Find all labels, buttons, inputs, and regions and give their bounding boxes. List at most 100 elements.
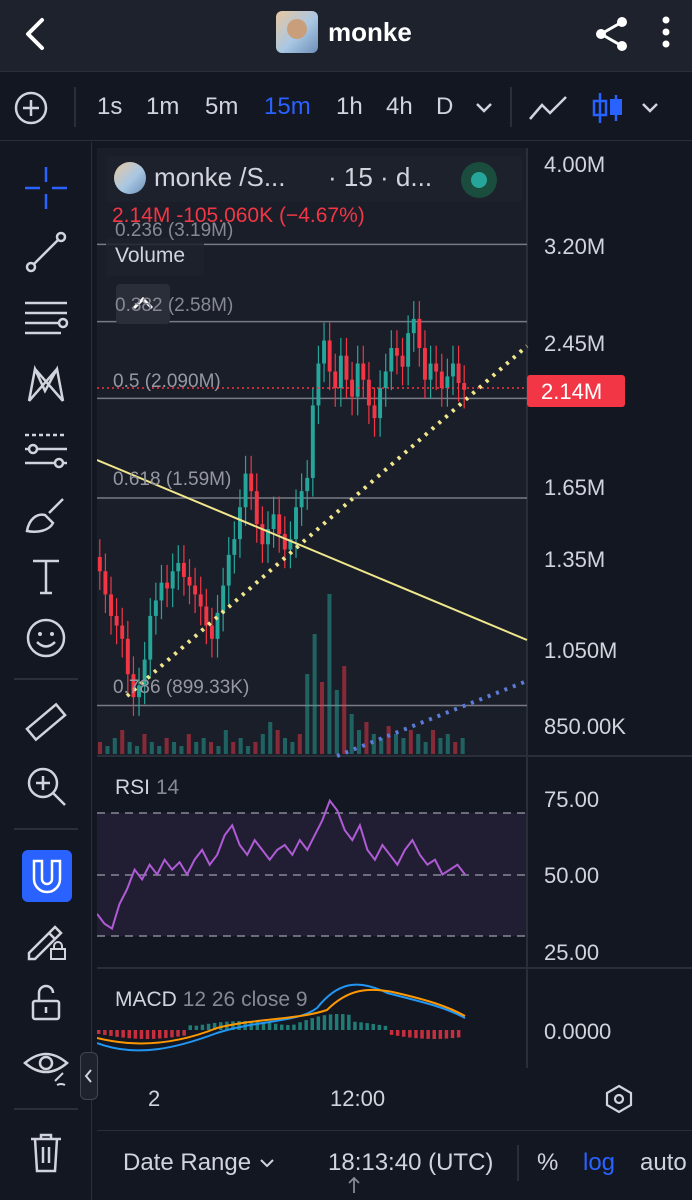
brush-tool[interactable] bbox=[22, 490, 70, 538]
price-axis-label: 850.00K bbox=[544, 714, 626, 739]
crosshair-tool[interactable] bbox=[22, 164, 70, 212]
macd-histogram-bar bbox=[334, 1014, 339, 1030]
utc-time[interactable]: 18:13:40 (UTC) bbox=[328, 1149, 493, 1177]
text-tool[interactable] bbox=[22, 552, 70, 600]
volume-bar bbox=[423, 742, 428, 754]
log-toggle[interactable]: log bbox=[583, 1149, 615, 1177]
candle-body bbox=[299, 491, 304, 508]
tool-divider bbox=[14, 828, 78, 830]
timeframe-1s[interactable]: 1s bbox=[97, 93, 122, 121]
title-wrap[interactable]: monke bbox=[276, 10, 412, 54]
volume-legend[interactable]: Volume bbox=[106, 238, 204, 276]
volume-bar bbox=[105, 746, 110, 754]
candle-body bbox=[176, 562, 181, 572]
volume-bar bbox=[172, 742, 177, 754]
add-indicator-icon[interactable] bbox=[14, 91, 48, 125]
back-arrow-icon[interactable] bbox=[18, 14, 54, 54]
rsi-axis-label: 50.00 bbox=[544, 863, 600, 888]
fib-label-0618: 0.618 (1.59M) bbox=[113, 469, 232, 490]
price-axis-label: 1.050M bbox=[544, 638, 618, 663]
line-chart-icon[interactable] bbox=[528, 91, 568, 125]
macd-histogram-bar bbox=[280, 1024, 284, 1030]
macd-histogram-bar bbox=[359, 1022, 363, 1030]
pattern-tool[interactable] bbox=[22, 360, 70, 408]
candle-body bbox=[187, 576, 192, 586]
trend-line-tool[interactable] bbox=[22, 228, 70, 276]
macd-histogram-bar bbox=[377, 1024, 382, 1030]
unlock-tool[interactable] bbox=[22, 978, 70, 1026]
macd-histogram-bar bbox=[109, 1030, 113, 1036]
volume-bar bbox=[408, 730, 413, 754]
auto-toggle[interactable]: auto bbox=[640, 1149, 687, 1177]
delete-tool[interactable] bbox=[22, 1128, 70, 1176]
candle-body bbox=[153, 600, 158, 616]
settings-hexagon-icon[interactable] bbox=[604, 1084, 634, 1114]
collapse-toolbar-button[interactable] bbox=[80, 1052, 98, 1100]
bottom-divider bbox=[517, 1145, 519, 1181]
volume-bar bbox=[312, 634, 317, 754]
fib-label-05: 0.5 (2.090M) bbox=[113, 371, 221, 392]
page-title: monke bbox=[328, 16, 412, 47]
macd-histogram-bar bbox=[194, 1025, 199, 1030]
timeframe-d[interactable]: D bbox=[436, 93, 453, 121]
candle-body bbox=[237, 507, 242, 540]
candle-body bbox=[456, 363, 461, 384]
candle-body bbox=[445, 376, 450, 389]
volume-bar bbox=[164, 738, 169, 754]
fib-label-0382: 0.382 (2.58M) bbox=[115, 295, 234, 316]
candle-body bbox=[232, 539, 237, 555]
candle-body bbox=[411, 318, 416, 334]
timeframe-15m[interactable]: 15m bbox=[264, 93, 311, 121]
candle-body bbox=[165, 582, 170, 589]
volume-bar bbox=[201, 738, 206, 754]
volume-bar bbox=[290, 742, 295, 754]
macd-histogram-bar bbox=[420, 1030, 424, 1039]
chevron-down-icon[interactable] bbox=[638, 91, 662, 125]
fib-retracement-tool[interactable] bbox=[22, 294, 70, 342]
macd-histogram-bar bbox=[322, 1015, 327, 1030]
candlestick-chart-icon[interactable] bbox=[588, 91, 628, 125]
prediction-tool[interactable] bbox=[22, 424, 70, 472]
symbol-name: monke /S... bbox=[154, 162, 286, 192]
measure-tool[interactable] bbox=[22, 698, 70, 746]
macd-legend[interactable]: MACD 12 26 close 9 bbox=[115, 988, 308, 1012]
macd-histogram-bar bbox=[176, 1030, 180, 1037]
magnet-tool[interactable] bbox=[22, 850, 72, 902]
candle-body bbox=[249, 473, 254, 492]
chevron-down-icon[interactable] bbox=[472, 91, 496, 125]
timeframe-4h[interactable]: 4h bbox=[386, 93, 413, 121]
symbol-legend[interactable]: monke /S... · 15 · d... bbox=[106, 156, 522, 202]
candle-body bbox=[120, 625, 125, 639]
timeframe-toolbar: 1s 1m 5m 15m 1h 4h D bbox=[0, 73, 692, 141]
percent-toggle[interactable]: % bbox=[537, 1149, 558, 1177]
rsi-legend[interactable]: RSI 14 bbox=[115, 776, 179, 800]
candle-body bbox=[366, 379, 371, 406]
zoom-tool[interactable] bbox=[22, 762, 70, 810]
share-icon[interactable] bbox=[592, 14, 632, 54]
candle-body bbox=[282, 534, 287, 550]
timeframe-1h[interactable]: 1h bbox=[336, 93, 363, 121]
volume-bar bbox=[327, 594, 332, 754]
trash-icon bbox=[31, 1133, 61, 1173]
lock-drawing-tool[interactable] bbox=[22, 916, 70, 964]
macd-histogram-bar bbox=[127, 1030, 131, 1039]
macd-histogram-bar bbox=[164, 1030, 168, 1039]
timeframe-1m[interactable]: 1m bbox=[146, 93, 179, 121]
volume-bar bbox=[460, 738, 465, 754]
timeframe-5m[interactable]: 5m bbox=[205, 93, 238, 121]
more-vertical-icon[interactable] bbox=[656, 14, 676, 54]
brush-icon bbox=[25, 498, 64, 533]
macd-histogram-bar bbox=[139, 1030, 144, 1039]
volume-bar bbox=[297, 734, 302, 754]
candle-body bbox=[260, 524, 265, 545]
candle-body bbox=[327, 340, 332, 372]
candle-body bbox=[170, 571, 175, 589]
volume-bar bbox=[98, 742, 103, 754]
rsi-name: RSI bbox=[115, 776, 151, 799]
volume-bar bbox=[268, 722, 273, 754]
candle-body bbox=[310, 405, 315, 478]
date-range-button[interactable]: Date Range bbox=[123, 1149, 276, 1177]
emoji-tool[interactable] bbox=[22, 614, 70, 662]
visibility-tool[interactable] bbox=[22, 1042, 70, 1090]
time-axis-label: 12:00 bbox=[330, 1086, 386, 1111]
